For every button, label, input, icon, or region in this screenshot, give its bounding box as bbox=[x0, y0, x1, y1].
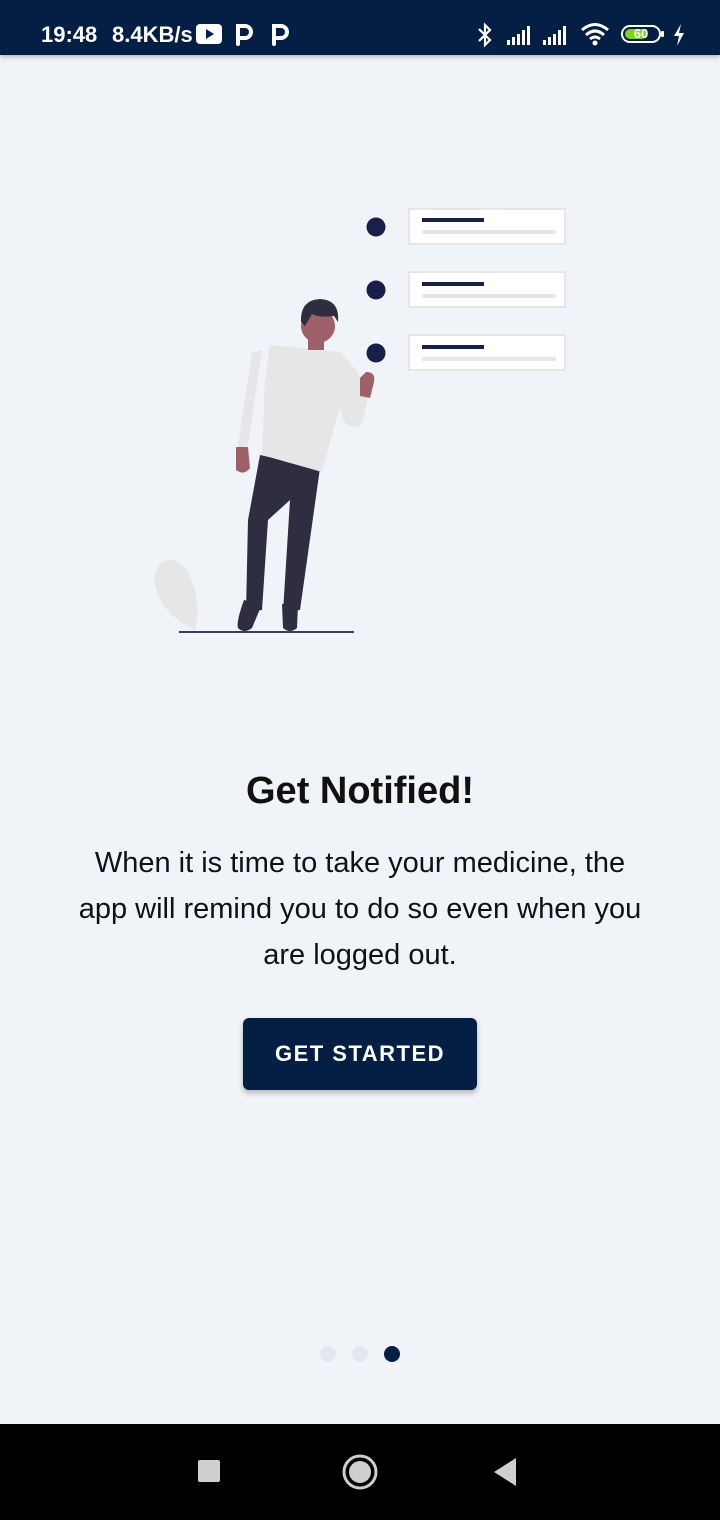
charging-icon bbox=[674, 24, 684, 46]
bluetooth-icon bbox=[478, 22, 492, 48]
status-time: 19:48 bbox=[41, 22, 98, 47]
parking-icon bbox=[272, 24, 289, 46]
page-dot-2[interactable] bbox=[352, 1346, 368, 1362]
home-icon[interactable] bbox=[340, 1452, 380, 1492]
parking-icon bbox=[236, 24, 253, 46]
recents-icon[interactable] bbox=[196, 1458, 224, 1486]
back-icon[interactable] bbox=[492, 1456, 520, 1488]
page-indicator bbox=[0, 1346, 720, 1362]
page-dot-1[interactable] bbox=[320, 1346, 336, 1362]
page-dot-3-active[interactable] bbox=[384, 1346, 400, 1362]
signal-icon bbox=[543, 26, 566, 45]
battery-level: 60 bbox=[633, 26, 649, 41]
person-illustration bbox=[236, 299, 375, 631]
get-started-button[interactable]: GET STARTED bbox=[243, 1018, 477, 1090]
navigation-bar bbox=[0, 1424, 720, 1520]
status-bar: 19:48 8.4KB/s 60 bbox=[0, 0, 720, 55]
battery-icon: 60 bbox=[621, 25, 661, 43]
youtube-icon bbox=[196, 24, 222, 44]
onboarding-description: When it is time to take your medicine, t… bbox=[78, 847, 642, 971]
signal-icon bbox=[507, 26, 530, 45]
onboarding-illustration bbox=[154, 208, 566, 633]
wifi-icon bbox=[581, 23, 609, 46]
leaf-icon bbox=[154, 559, 198, 630]
notification-list-illustration bbox=[366, 208, 566, 371]
onboarding-title: Get Notified! bbox=[246, 770, 474, 812]
network-speed: 8.4KB/s bbox=[112, 22, 193, 47]
